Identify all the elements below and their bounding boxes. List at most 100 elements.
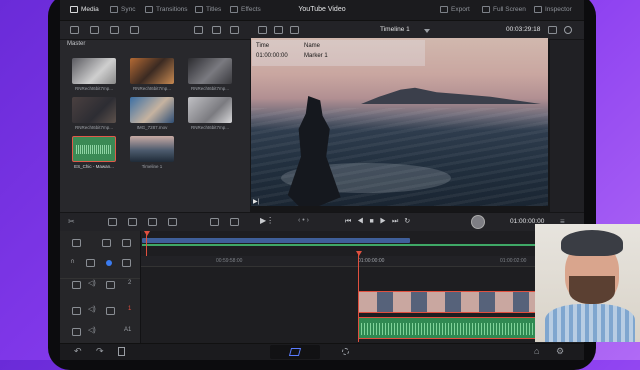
bottom-bar: ↶ ↷ ⌂ ⚙ — [60, 343, 584, 360]
audio-icon[interactable] — [564, 26, 572, 34]
cut-page-icon — [288, 348, 302, 356]
clip-info-icon[interactable] — [548, 26, 557, 34]
trash-icon[interactable] — [118, 347, 125, 356]
mountain — [361, 87, 541, 104]
clip-name: RNRecht6bit7mp... — [132, 86, 171, 91]
import-media-icon[interactable] — [70, 26, 79, 34]
lock-icon[interactable] — [72, 307, 81, 315]
overview-playhead[interactable] — [144, 231, 150, 236]
search-icon[interactable] — [212, 26, 221, 34]
playhead-mode-icon[interactable]: ▶⋮ — [260, 216, 274, 225]
full-screen-icon — [482, 6, 490, 13]
viewer-timecode: 00:03:29:18 — [506, 26, 541, 33]
append-icon[interactable] — [230, 218, 239, 226]
top-bar: Media Sync Transitions Titles Effects Yo… — [60, 0, 584, 21]
clip-thumbnail[interactable] — [72, 97, 116, 123]
waveform — [76, 145, 112, 154]
export-icon — [440, 6, 448, 13]
clip-thumbnail[interactable] — [188, 58, 232, 84]
timeline-thumbnail[interactable] — [130, 136, 174, 162]
import-folder-icon[interactable] — [90, 26, 99, 34]
playhead-line[interactable] — [358, 254, 359, 342]
timeline-ruler[interactable]: 00:59:58:00 01:00:00:00 01:00:02:00 — [140, 256, 584, 267]
clip-name: ES_Chic - Mawan... — [74, 164, 114, 169]
lock-icon[interactable] — [72, 328, 81, 336]
cut-page-button[interactable] — [270, 345, 320, 359]
clip-name: RNRecht6bit7mp... — [74, 86, 113, 91]
replace-icon[interactable] — [148, 218, 157, 226]
chevron-down-icon[interactable] — [424, 29, 430, 33]
presenter-cap — [561, 230, 623, 256]
grid-view-icon[interactable] — [194, 26, 203, 34]
clip-thumbnail[interactable] — [188, 97, 232, 123]
full-screen-button[interactable]: Full Screen — [482, 6, 526, 13]
gear-icon[interactable]: ⚙ — [556, 346, 564, 357]
place-on-top-icon[interactable] — [210, 218, 219, 226]
undo-icon[interactable]: ↶ — [74, 346, 82, 357]
new-bin-icon[interactable] — [110, 26, 119, 34]
speaker-icon[interactable]: ◁) — [88, 326, 96, 334]
transport-bar: ✂ ▶⋮ ‹ • › ⏮◀■▶⏭↻ 01:00:00:00 ≡ — [60, 212, 584, 231]
monitor-icon[interactable] — [106, 307, 115, 315]
insert-icon[interactable] — [108, 218, 117, 226]
track-headers: ∩ ◁) 2 ◁) 1 ◁) A1 — [60, 231, 141, 343]
marker-name-label: Name — [304, 43, 321, 49]
overview-audio-bar — [142, 244, 582, 246]
source-viewer-icon[interactable] — [274, 26, 283, 34]
clip-name: RNRecht6bit7mp... — [190, 125, 229, 130]
frame-end-icon[interactable]: ▶| — [253, 198, 259, 205]
trim-tool-icon[interactable] — [122, 239, 131, 247]
clip-thumbnail[interactable] — [130, 97, 174, 123]
jog-control[interactable]: ‹ • › — [298, 217, 309, 224]
overview-bar — [142, 238, 410, 243]
dual-viewer-icon[interactable] — [290, 26, 299, 34]
home-icon[interactable]: ⌂ — [534, 346, 539, 356]
ruler-tick: 01:00:00:00 — [358, 258, 385, 264]
magnet-icon[interactable]: ∩ — [70, 258, 75, 265]
media-pool-toolbar — [60, 21, 250, 40]
clip-name: RNRecht6bit7mp... — [74, 125, 113, 130]
scissors-icon[interactable]: ✂ — [68, 217, 75, 226]
selection-tool-icon[interactable] — [72, 239, 81, 247]
link-clips-icon[interactable] — [86, 259, 95, 267]
clip-thumbnail[interactable] — [72, 58, 116, 84]
playhead-marker[interactable] — [356, 251, 362, 256]
app-screen: Media Sync Transitions Titles Effects Yo… — [60, 0, 584, 360]
clip-name: IMG_7287.mov — [136, 125, 168, 130]
inspector-icon — [534, 6, 542, 13]
marker-icon[interactable] — [106, 260, 112, 266]
track-label: 2 — [128, 280, 132, 286]
marker-time-value: 01:00:00:00 — [256, 53, 288, 59]
blade-tool-icon[interactable] — [102, 239, 111, 247]
monitor-icon[interactable] — [106, 281, 115, 289]
settings-icon[interactable] — [342, 348, 349, 355]
presenter-shirt — [545, 304, 635, 342]
record-button[interactable] — [471, 215, 485, 229]
audio-clip-thumbnail[interactable] — [72, 136, 116, 162]
presenter-beard — [569, 276, 615, 304]
timeline-name[interactable]: Timeline 1 — [380, 26, 410, 33]
flag-icon[interactable] — [122, 259, 131, 267]
marker-time-label: Time — [256, 43, 270, 49]
track-label: 1 — [128, 306, 132, 312]
marker-info: Time 01:00:00:00 Name Marker 1 — [252, 40, 425, 66]
ruler-tick: 01:00:02:00 — [500, 258, 527, 264]
redo-icon[interactable]: ↷ — [96, 346, 104, 357]
export-button[interactable]: Export — [440, 6, 470, 13]
bin-title: Master — [67, 41, 86, 47]
clip-name: Timeline 1 — [141, 164, 163, 169]
speaker-icon[interactable]: ◁) — [88, 279, 96, 287]
marker-name-value: Marker 1 — [304, 53, 328, 59]
inspector-button[interactable]: Inspector — [534, 6, 572, 13]
webcam-overlay — [535, 224, 640, 342]
sort-icon[interactable] — [230, 26, 239, 34]
viewer-layout-icon[interactable] — [258, 26, 267, 34]
lock-icon[interactable] — [72, 281, 81, 289]
overwrite-icon[interactable] — [128, 218, 137, 226]
clip-thumbnail[interactable] — [130, 58, 174, 84]
fit-to-fill-icon[interactable] — [168, 218, 177, 226]
playback-controls[interactable]: ⏮◀■▶⏭↻ — [345, 217, 416, 226]
speaker-icon[interactable]: ◁) — [88, 305, 96, 313]
link-icon[interactable] — [130, 26, 139, 34]
track-label: A1 — [124, 327, 132, 333]
